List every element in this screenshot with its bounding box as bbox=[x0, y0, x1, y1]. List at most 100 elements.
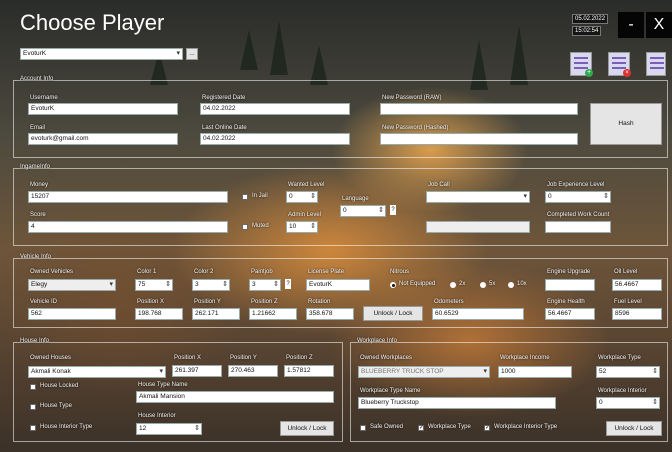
vehicle-pos-z-field[interactable]: 1.21662 bbox=[249, 308, 297, 320]
engine-health-field[interactable]: 56.4667 bbox=[545, 308, 595, 320]
oil-label: Oil Level bbox=[614, 269, 638, 275]
muted-label: Muted bbox=[252, 223, 269, 229]
workplace-interior-type-check-label: Workplace Interior Type bbox=[494, 424, 558, 430]
house-interior-type-label: House Interior Type bbox=[40, 424, 93, 430]
vehicle-pos-x-label: Position X bbox=[137, 299, 165, 305]
language-label: Language bbox=[342, 196, 369, 202]
nitrous-option: Not Equipped bbox=[399, 281, 436, 287]
muted-checkbox[interactable] bbox=[242, 224, 248, 230]
owned-vehicles-label: Owned Vehicles bbox=[30, 269, 74, 275]
in-jail-checkbox[interactable] bbox=[242, 194, 248, 200]
group-title: House Info bbox=[20, 338, 50, 344]
house-pos-z-field[interactable]: 1.57812 bbox=[284, 365, 334, 377]
house-pos-y-label: Position Y bbox=[230, 355, 257, 361]
vehicle-pos-z-label: Position Z bbox=[251, 299, 278, 305]
money-field[interactable]: 15207 bbox=[28, 191, 228, 203]
house-type-checkbox[interactable] bbox=[30, 404, 36, 410]
workplace-type-check-label: Workplace Type bbox=[428, 424, 471, 430]
nitrous-radio-5x[interactable] bbox=[480, 282, 486, 288]
owned-workplaces-select[interactable]: BLUEBERRY TRUCK STOP bbox=[358, 366, 490, 378]
browse-button[interactable]: ... bbox=[186, 48, 198, 60]
color1-label: Color 1 bbox=[137, 269, 157, 275]
oil-field[interactable]: 56.4667 bbox=[612, 279, 662, 291]
close-button[interactable]: X bbox=[646, 12, 672, 38]
username-field[interactable]: EvoturK bbox=[28, 103, 178, 115]
email-label: Email bbox=[30, 125, 46, 131]
house-interior-type-checkbox[interactable] bbox=[30, 425, 36, 431]
color1-stepper[interactable]: 75 bbox=[135, 279, 173, 291]
engine-upgrade-field[interactable] bbox=[545, 279, 595, 291]
player-select[interactable]: EvoturK bbox=[20, 48, 183, 60]
workplace-type-checkbox[interactable] bbox=[418, 424, 424, 431]
workplace-income-field[interactable]: 1000 bbox=[498, 366, 572, 378]
workplace-type-name-label: Workplace Type Name bbox=[360, 388, 421, 394]
house-pos-x-field[interactable]: 261.397 bbox=[172, 365, 222, 377]
date-display: 05.02.2022 bbox=[572, 14, 609, 24]
group-title: Vehicle Info bbox=[20, 254, 52, 260]
email-field[interactable]: evoturk@gmail.com bbox=[28, 133, 178, 145]
paintjob-help-icon[interactable]: ? bbox=[285, 279, 291, 289]
engine-upgrade-label: Engine Upgrade bbox=[547, 269, 591, 275]
workplace-unlock-button[interactable]: Unlock / Lock bbox=[606, 421, 662, 436]
workplace-type-name-field[interactable]: Blueberry Truckstop bbox=[358, 397, 556, 409]
wanted-stepper[interactable]: 0 bbox=[286, 191, 318, 203]
db-delete-icon[interactable]: × bbox=[608, 52, 631, 77]
odometer-field[interactable]: 60.6529 bbox=[432, 308, 524, 320]
color2-label: Color 2 bbox=[194, 269, 214, 275]
workplace-interior-stepper[interactable]: 0 bbox=[596, 397, 660, 409]
house-type-label: House Type bbox=[40, 403, 72, 409]
new-password-field[interactable] bbox=[380, 103, 578, 115]
vehicle-unlock-button[interactable]: Unlock / Lock bbox=[363, 306, 423, 321]
nitrous-radio-10x[interactable] bbox=[508, 282, 514, 288]
completed-field[interactable] bbox=[545, 221, 611, 233]
job-select[interactable] bbox=[426, 191, 530, 203]
nitrous-radio-2x[interactable] bbox=[450, 282, 456, 288]
nitrous-radio-none[interactable] bbox=[390, 282, 396, 288]
house-interior-stepper[interactable]: 12 bbox=[136, 423, 202, 435]
house-interior-label: House Interior bbox=[138, 413, 176, 419]
fuel-field[interactable]: 8596 bbox=[612, 308, 662, 320]
house-pos-y-field[interactable]: 270.463 bbox=[228, 365, 278, 377]
minimize-button[interactable]: - bbox=[618, 12, 644, 38]
rotation-field[interactable]: 358.678 bbox=[306, 308, 354, 320]
money-label: Money bbox=[30, 182, 49, 188]
owned-vehicles-select[interactable]: Elegy bbox=[28, 279, 116, 291]
color2-stepper[interactable]: 3 bbox=[192, 279, 230, 291]
owned-workplaces-label: Owned Workplaces bbox=[360, 355, 412, 361]
fuel-label: Fuel Level bbox=[614, 299, 642, 305]
new-password-hashed-field[interactable] bbox=[380, 133, 578, 145]
owned-houses-select[interactable]: Akmali Konak bbox=[28, 366, 166, 378]
wanted-label: Wanted Level bbox=[288, 182, 325, 188]
language-stepper[interactable]: 0 bbox=[340, 205, 386, 217]
workplace-type-stepper[interactable]: 52 bbox=[596, 366, 660, 378]
score-field[interactable]: 4 bbox=[28, 221, 228, 233]
language-help-icon[interactable]: ? bbox=[390, 205, 396, 215]
vehicle-pos-y-field[interactable]: 262.171 bbox=[192, 308, 240, 320]
safe-owned-checkbox[interactable] bbox=[360, 425, 366, 431]
workplace-interior-type-checkbox[interactable] bbox=[484, 424, 490, 431]
account-group: Account Info bbox=[13, 76, 668, 158]
house-locked-label: House Locked bbox=[40, 383, 79, 389]
plate-field[interactable]: EvoturK bbox=[306, 279, 370, 291]
admin-stepper[interactable]: 10 bbox=[286, 221, 318, 233]
completed-label: Completed Work Count bbox=[547, 212, 610, 218]
nitrous-label: Nitrous bbox=[390, 269, 410, 275]
plate-label: License Plate bbox=[308, 269, 345, 275]
job-extra-field[interactable] bbox=[426, 221, 530, 233]
job-xp-stepper[interactable]: 0 bbox=[545, 191, 611, 203]
hash-button[interactable]: Hash bbox=[590, 103, 662, 145]
house-type-name-label: House Type Name bbox=[138, 382, 188, 388]
house-locked-checkbox[interactable] bbox=[30, 384, 36, 390]
paintjob-stepper[interactable]: 3 bbox=[249, 279, 281, 291]
vehicle-id-field[interactable]: 562 bbox=[28, 308, 116, 320]
vehicle-pos-x-field[interactable]: 198.768 bbox=[135, 308, 183, 320]
house-type-name-field[interactable]: Akmali Mansion bbox=[136, 391, 334, 403]
db-add-icon[interactable]: + bbox=[570, 52, 593, 77]
new-password-label: New Password (RAW) bbox=[382, 95, 442, 101]
registered-field[interactable]: 04.02.2022 bbox=[200, 103, 350, 115]
db-edit-icon[interactable] bbox=[646, 52, 666, 76]
nitrous-option: 5x bbox=[489, 281, 496, 287]
rotation-label: Rotation bbox=[308, 299, 331, 305]
last-online-field[interactable]: 04.02.2022 bbox=[200, 133, 350, 145]
house-unlock-button[interactable]: Unlock / Lock bbox=[280, 421, 334, 436]
